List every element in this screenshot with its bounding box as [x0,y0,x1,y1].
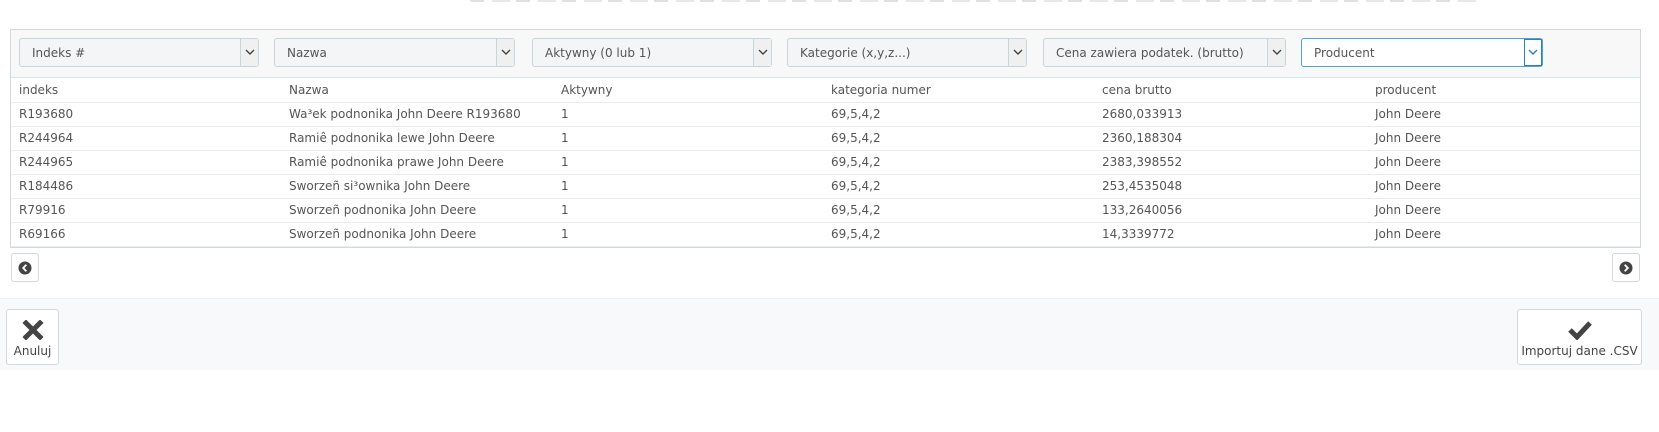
chevron-right-circle-icon [1619,261,1633,274]
column-select-6[interactable]: Producent [1301,38,1543,67]
column-select-4[interactable]: Kategorie (x,y,z...) [787,38,1027,67]
previous-page-button[interactable] [11,253,39,282]
cell-kategoria: 69,5,4,2 [823,198,1094,223]
cell-nazwa: Ramiê podnonika prawe John Deere [281,150,553,175]
csv-preview-table: indeks Nazwa Aktywny kategoria numer cen… [11,78,1640,247]
chevron-down-icon[interactable] [1008,39,1026,66]
chevron-down-icon[interactable] [753,39,771,66]
column-header: Nazwa [281,78,553,103]
column-mapping-row: Indeks # Nazwa Aktywny (0 lub 1) Kategor… [11,30,1640,78]
column-select-3[interactable]: Aktywny (0 lub 1) [532,38,772,67]
cell-nazwa: Sworzeñ si³ownika John Deere [281,174,553,199]
cell-cena: 2383,398552 [1094,150,1367,175]
column-select-label: Nazwa [287,46,327,60]
cell-producent: John Deere [1367,174,1640,199]
table-row: R193680 Wa³ek podnonika John Deere R1936… [11,102,1640,127]
cancel-label: Anuluj [13,344,52,358]
table-row: R69166 Sworzeñ podnonika John Deere 1 69… [11,222,1640,247]
close-icon [21,320,44,340]
cell-indeks: R184486 [11,174,281,199]
table-row: R184486 Sworzeñ si³ownika John Deere 1 6… [11,174,1640,199]
cell-aktywny: 1 [553,102,823,127]
cell-kategoria: 69,5,4,2 [823,126,1094,151]
cell-indeks: R193680 [11,102,281,127]
cell-producent: John Deere [1367,150,1640,175]
next-page-button[interactable] [1612,253,1640,282]
top-description-strip [0,0,1659,8]
cell-cena: 2680,033913 [1094,102,1367,127]
cell-cena: 14,3339772 [1094,222,1367,247]
import-csv-button[interactable]: Importuj dane .CSV [1517,309,1642,365]
chevron-down-icon[interactable] [496,39,514,66]
cell-aktywny: 1 [553,198,823,223]
column-header: kategoria numer [823,78,1094,103]
chevron-down-icon[interactable] [1267,39,1285,66]
cancel-button[interactable]: Anuluj [6,309,59,365]
cell-nazwa: Sworzeñ podnonika John Deere [281,222,553,247]
cell-nazwa: Ramiê podnonika lewe John Deere [281,126,553,151]
cell-kategoria: 69,5,4,2 [823,150,1094,175]
import-label: Importuj dane .CSV [1521,344,1638,358]
cell-producent: John Deere [1367,102,1640,127]
column-select-label: Producent [1314,46,1375,60]
column-select-label: Aktywny (0 lub 1) [545,46,652,60]
cell-kategoria: 69,5,4,2 [823,102,1094,127]
cell-indeks: R69166 [11,222,281,247]
cell-cena: 253,4535048 [1094,174,1367,199]
column-select-label: Cena zawiera podatek. (brutto) [1056,46,1244,60]
cell-aktywny: 1 [553,222,823,247]
column-select-1[interactable]: Indeks # [19,38,259,67]
table-row: R244965 Ramiê podnonika prawe John Deere… [11,150,1640,175]
form-footer: Anuluj Importuj dane .CSV [0,298,1659,370]
cell-indeks: R79916 [11,198,281,223]
cell-aktywny: 1 [553,150,823,175]
table-row: R79916 Sworzeñ podnonika John Deere 1 69… [11,198,1640,223]
column-select-label: Indeks # [32,46,86,60]
chevron-left-circle-icon [18,261,32,274]
cell-kategoria: 69,5,4,2 [823,222,1094,247]
column-select-5[interactable]: Cena zawiera podatek. (brutto) [1043,38,1286,67]
chevron-down-icon[interactable] [240,39,258,66]
cell-producent: John Deere [1367,126,1640,151]
cell-producent: John Deere [1367,198,1640,223]
cell-aktywny: 1 [553,126,823,151]
cell-cena: 2360,188304 [1094,126,1367,151]
cell-indeks: R244965 [11,150,281,175]
column-header: producent [1367,78,1640,103]
cell-indeks: R244964 [11,126,281,151]
cell-producent: John Deere [1367,222,1640,247]
column-select-2[interactable]: Nazwa [274,38,515,67]
table-header-row: indeks Nazwa Aktywny kategoria numer cen… [11,78,1640,103]
table-row: R244964 Ramiê podnonika lewe John Deere … [11,126,1640,151]
column-header: cena brutto [1094,78,1367,103]
cell-nazwa: Sworzeñ podnonika John Deere [281,198,553,223]
chevron-down-icon[interactable] [1524,39,1542,66]
cell-cena: 133,2640056 [1094,198,1367,223]
check-icon [1567,321,1592,340]
cell-aktywny: 1 [553,174,823,199]
cell-nazwa: Wa³ek podnonika John Deere R193680 [281,102,553,127]
column-select-label: Kategorie (x,y,z...) [800,46,911,60]
csv-preview-panel: Indeks # Nazwa Aktywny (0 lub 1) Kategor… [10,29,1641,248]
cell-kategoria: 69,5,4,2 [823,174,1094,199]
column-header: Aktywny [553,78,823,103]
column-header: indeks [11,78,281,103]
